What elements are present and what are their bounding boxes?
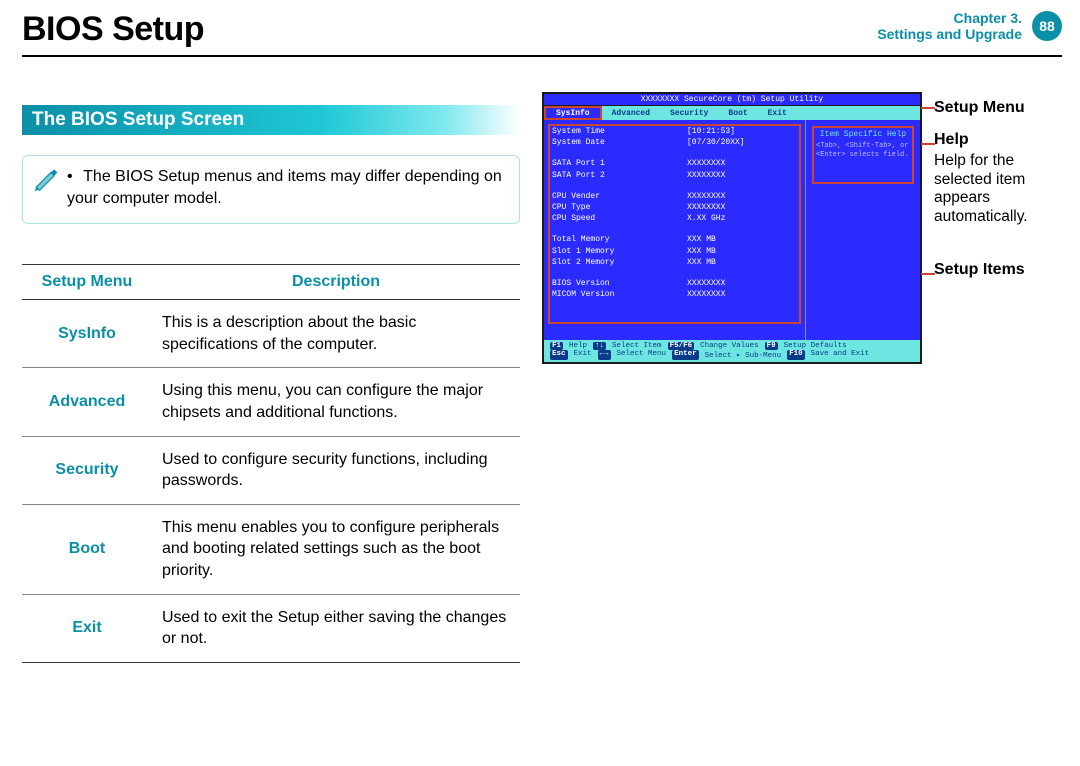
bios-menu-item[interactable]: Security	[660, 106, 718, 120]
bios-item-row: Total MemoryXXX MB	[552, 234, 797, 245]
note-text: • The BIOS Setup menus and items may dif…	[67, 166, 507, 209]
menu-cell: Advanced	[22, 368, 152, 436]
bios-titlebar: XXXXXXXX SecureCore (tm) Setup Utility	[544, 94, 920, 106]
note-box: • The BIOS Setup menus and items may dif…	[22, 155, 520, 224]
bios-menu-item[interactable]: SysInfo	[544, 106, 602, 120]
header-right: Chapter 3. Settings and Upgrade 88	[877, 10, 1062, 42]
desc-cell: Used to configure security functions, in…	[152, 436, 520, 504]
bios-item-row: Slot 2 MemoryXXX MB	[552, 257, 797, 268]
bios-item-row: SATA Port 1XXXXXXXX	[552, 158, 797, 169]
bios-item-row: CPU SpeedX.XX GHz	[552, 213, 797, 224]
callout-setup-items: Setup Items	[934, 260, 1025, 279]
header-rule	[22, 55, 1062, 57]
bios-menu-item[interactable]: Exit	[758, 106, 797, 120]
bios-help-title: Item Specific Help	[816, 130, 910, 139]
bullet-icon: •	[67, 166, 79, 188]
table-row: Boot This menu enables you to configure …	[22, 504, 520, 594]
table-row: Advanced Using this menu, you can config…	[22, 368, 520, 436]
desc-cell: Used to exit the Setup either saving the…	[152, 594, 520, 662]
bios-help-panel: Item Specific Help <Tab>, <Shift-Tab>, o…	[805, 120, 920, 340]
callout-help-body: Help for the selected item appears autom…	[934, 152, 1062, 226]
note-body: The BIOS Setup menus and items may diffe…	[67, 168, 502, 207]
chapter-label: Chapter 3. Settings and Upgrade	[877, 10, 1022, 42]
table-row: Exit Used to exit the Setup either savin…	[22, 594, 520, 662]
page-title: BIOS Setup	[22, 10, 204, 49]
callout-setup-menu: Setup Menu	[934, 98, 1025, 117]
table-row: SysInfo This is a description about the …	[22, 300, 520, 368]
bios-illustration-wrap: XXXXXXXX SecureCore (tm) Setup Utility S…	[542, 92, 1062, 364]
bios-item-row: MICOM VersionXXXXXXXX	[552, 289, 797, 300]
table-row: Security Used to configure security func…	[22, 436, 520, 504]
menu-cell: Security	[22, 436, 152, 504]
callout-help-title: Help	[934, 130, 969, 149]
bios-item-row: BIOS VersionXXXXXXXX	[552, 278, 797, 289]
bios-item-row: System Time[10:21:53]	[552, 126, 797, 137]
bios-setup-items-panel: System Time[10:21:53]System Date[07/30/2…	[544, 120, 805, 340]
bios-item-row: CPU TypeXXXXXXXX	[552, 202, 797, 213]
bios-item-row: Slot 1 MemoryXXX MB	[552, 246, 797, 257]
desc-cell: This menu enables you to configure perip…	[152, 504, 520, 594]
bios-item-row: System Date[07/30/20XX]	[552, 137, 797, 148]
bios-help-body: <Tab>, <Shift-Tab>, or <Enter> selects f…	[816, 142, 910, 160]
setup-menu-table: Setup Menu Description SysInfo This is a…	[22, 264, 520, 663]
col-header-desc: Description	[152, 265, 520, 300]
section-title-bar: The BIOS Setup Screen	[22, 105, 520, 135]
menu-cell: SysInfo	[22, 300, 152, 368]
desc-cell: Using this menu, you can configure the m…	[152, 368, 520, 436]
bios-menubar: SysInfo Advanced Security Boot Exit	[544, 106, 920, 120]
chapter-line1: Chapter 3.	[877, 10, 1022, 26]
bios-help-highlight: Item Specific Help <Tab>, <Shift-Tab>, o…	[812, 126, 914, 184]
bios-item-row: SATA Port 2XXXXXXXX	[552, 170, 797, 181]
bios-footer: F1 Help ↑↓ Select Item F5/F6 Change Valu…	[544, 340, 920, 362]
menu-cell: Exit	[22, 594, 152, 662]
bios-window: XXXXXXXX SecureCore (tm) Setup Utility S…	[542, 92, 922, 364]
bios-body: System Time[10:21:53]System Date[07/30/2…	[544, 120, 920, 340]
bios-menu-item[interactable]: Advanced	[602, 106, 660, 120]
chapter-line2: Settings and Upgrade	[877, 26, 1022, 42]
bios-item-row: CPU VenderXXXXXXXX	[552, 191, 797, 202]
note-icon	[33, 166, 59, 192]
col-header-menu: Setup Menu	[22, 265, 152, 300]
bios-menu-item[interactable]: Boot	[718, 106, 757, 120]
desc-cell: This is a description about the basic sp…	[152, 300, 520, 368]
menu-cell: Boot	[22, 504, 152, 594]
page-number-badge: 88	[1032, 11, 1062, 41]
